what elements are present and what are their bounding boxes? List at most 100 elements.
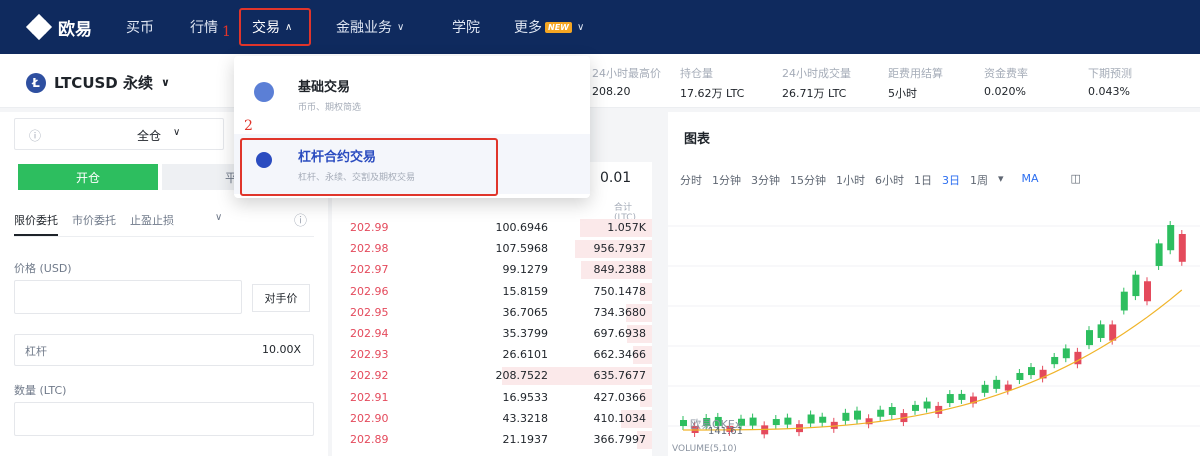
logo-text: 欧易	[58, 19, 92, 40]
book-size: 26.6101	[502, 348, 549, 362]
stat-value: 208.20	[592, 85, 631, 98]
order-book-row[interactable]: 202.89 21.1937 366.7997	[332, 430, 652, 450]
candlestick-chart[interactable]	[668, 186, 1200, 456]
chevron-down-icon[interactable]: ∨	[215, 212, 222, 223]
nav-markets[interactable]: 行情	[190, 0, 218, 54]
candle	[842, 408, 850, 425]
nav-finance[interactable]: 金融业务 ∨	[336, 0, 404, 54]
order-book-row[interactable]: 202.95 36.7065 734.3680	[332, 303, 652, 323]
order-book-row[interactable]: 202.93 26.6101 662.3466	[332, 345, 652, 365]
price-label: 价格 (USD)	[14, 262, 72, 275]
book-total: 734.3680	[593, 305, 647, 319]
qty-label: 数量 (LTC)	[14, 384, 67, 397]
nav-buy-crypto[interactable]: 买币	[126, 0, 154, 54]
book-price: 202.97	[350, 263, 389, 277]
candle	[1120, 287, 1128, 315]
chart-title: 图表	[684, 132, 711, 147]
stat-open-interest: 持仓量 17.62万 LTC	[680, 65, 744, 101]
book-total: 697.6938	[593, 327, 647, 340]
price-input[interactable]	[14, 280, 242, 314]
candle	[1144, 277, 1151, 306]
stat-label: 资金费率	[984, 67, 1028, 80]
book-size: 35.3799	[502, 327, 549, 340]
order-book-row[interactable]: 202.92 208.7522 635.7677	[332, 366, 652, 386]
dropdown-basic-trading[interactable]: 基础交易 币币、期权简选	[234, 64, 590, 124]
stat-value: 0.043%	[1088, 85, 1130, 98]
order-book-row[interactable]: 202.97 99.1279 849.2388	[332, 260, 652, 280]
book-total: 427.0366	[593, 390, 647, 404]
book-price: 202.99	[350, 221, 389, 234]
chart-grid	[668, 225, 1200, 427]
book-total: 849.2388	[593, 263, 647, 277]
margin-mode-value: 全仓	[137, 129, 162, 143]
highlight-box-trade	[239, 8, 311, 46]
stat-volume: 24小时成交量 26.71万 LTC	[782, 65, 851, 101]
book-size: 208.7522	[495, 369, 549, 383]
stat-label: 距费用结算	[888, 67, 943, 80]
candle	[877, 405, 885, 421]
symbol-selector[interactable]: Ł LTCUSD 永续 ∨	[26, 72, 170, 93]
candle	[1178, 230, 1186, 266]
book-price: 202.90	[350, 411, 389, 425]
candle	[819, 412, 827, 427]
volume-label: VOLUME(5,10)	[672, 444, 737, 454]
book-total: 635.7677	[593, 369, 647, 383]
precision-select[interactable]: 0.01	[600, 170, 631, 186]
book-price: 202.92	[350, 369, 389, 383]
annotation-1: 1	[222, 24, 231, 40]
candle	[1167, 221, 1175, 255]
candle	[749, 413, 757, 430]
leverage-label: 杠杆	[25, 345, 47, 358]
stat-settlement: 距费用结算 5小时	[888, 65, 943, 101]
leverage-value: 10.00X	[261, 343, 301, 356]
candle	[1155, 239, 1163, 270]
tab-market[interactable]: 市价委托	[72, 212, 116, 236]
leverage-field[interactable]: 杠杆 10.00X	[14, 334, 314, 366]
chevron-down-icon: ∨	[160, 76, 170, 89]
book-price: 202.98	[350, 242, 389, 256]
chevron-down-icon: ∨	[173, 127, 181, 138]
book-total: 956.7937	[593, 242, 647, 256]
open-position-button[interactable]: 开仓	[18, 164, 158, 190]
order-book-row[interactable]: 202.99 100.6946 1.057K	[332, 218, 652, 238]
nav-more-label: 更多	[514, 20, 542, 36]
nav-more[interactable]: 更多 NEW ∨	[514, 0, 584, 54]
price-marker: 141.61	[708, 426, 743, 437]
chevron-down-icon: ∨	[576, 21, 585, 33]
book-total: 366.7997	[593, 433, 647, 446]
candle	[1051, 352, 1059, 369]
nav-academy[interactable]: 学院	[452, 0, 480, 54]
order-book-row[interactable]: 202.91 16.9533 427.0366	[332, 388, 652, 408]
counterparty-price-button[interactable]: 对手价	[252, 284, 310, 312]
candle	[1028, 363, 1035, 380]
stat-label: 24小时最高价	[592, 67, 661, 80]
book-size: 107.5968	[495, 242, 549, 256]
order-type-tabs: 限价委托 市价委托 止盈止损	[14, 212, 188, 236]
book-total: 750.1478	[593, 284, 647, 298]
stat-high: 24小时最高价 208.20	[592, 65, 661, 98]
order-book-row[interactable]: 202.90 43.3218 410.1034	[332, 409, 652, 429]
book-price: 202.95	[350, 305, 389, 319]
logo[interactable]: 欧易	[25, 13, 116, 41]
stat-next-rate: 下期预测 0.043%	[1088, 65, 1132, 98]
candle	[946, 390, 954, 408]
candle	[1132, 270, 1140, 301]
info-icon: ⓘ	[294, 214, 308, 229]
book-price: 202.93	[350, 348, 389, 362]
ma-line	[682, 289, 1183, 431]
candle	[807, 410, 815, 428]
tab-stop[interactable]: 止盈止损	[130, 212, 174, 236]
order-book-row[interactable]: 202.98 107.5968 956.7937	[332, 239, 652, 259]
order-book-row[interactable]: 202.94 35.3799 697.6938	[332, 324, 652, 344]
margin-mode-select[interactable]: ⓘ 全仓 ∨	[14, 118, 224, 150]
book-price: 202.94	[350, 327, 389, 340]
top-nav: 欧易 买币 行情 交易 ∧ 金融业务 ∨ 学院 更多 NEW ∨	[0, 0, 1200, 54]
tab-limit[interactable]: 限价委托	[14, 212, 58, 236]
order-book-row[interactable]: 202.96 15.8159 750.1478	[332, 282, 652, 302]
order-book: 0.01 合计(LTC) 202.99 100.6946 1.057K 202.98 1…	[332, 162, 652, 456]
qty-input[interactable]	[14, 402, 314, 436]
stat-label: 持仓量	[680, 67, 713, 80]
candle	[935, 401, 943, 418]
chevron-down-icon: ∨	[397, 21, 405, 33]
logo-icon	[25, 13, 53, 41]
